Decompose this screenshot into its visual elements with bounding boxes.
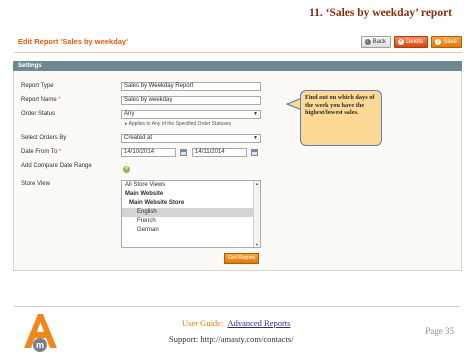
calendar-icon[interactable] — [180, 149, 187, 156]
order-status-select[interactable]: Any ▼ — [121, 110, 261, 119]
back-button-label: Back — [372, 39, 386, 45]
date-to-input[interactable]: 14/11/2014 — [192, 148, 247, 157]
settings-panel-header: Settings — [13, 61, 462, 71]
back-button[interactable]: ‹ Back — [360, 36, 391, 48]
listbox-scrollbar[interactable]: ▲ ▼ — [253, 181, 260, 247]
store-view-label: Store View — [21, 181, 50, 187]
callout-note: Find out on which days of the week you h… — [300, 90, 382, 146]
delete-button-label: Delete — [405, 39, 424, 45]
scroll-down-icon[interactable]: ▼ — [255, 242, 259, 247]
date-range-label: Date From To * — [21, 149, 62, 155]
action-buttons: ‹ Back × Delete ✓ Save — [360, 36, 462, 48]
support-text[interactable]: Support: http://amasty.com/contacts/ — [169, 334, 294, 344]
compare-date-range-label: Add Compare Date Range — [21, 163, 92, 169]
order-status-label: Order Status — [21, 111, 56, 117]
add-compare-plus-icon[interactable]: + — [123, 166, 130, 173]
store-view-option[interactable]: German — [122, 226, 260, 235]
advanced-reports-link[interactable]: Advanced Reports — [227, 318, 290, 328]
report-type-field[interactable]: Sales by Weekday Report — [121, 82, 261, 91]
store-view-option[interactable]: French — [122, 217, 260, 226]
delete-icon: × — [397, 39, 404, 45]
footer-divider — [14, 306, 460, 307]
svg-text:m: m — [36, 340, 44, 350]
page-number: Page 35 — [425, 326, 454, 336]
select-orders-select[interactable]: Created at ▼ — [121, 134, 261, 143]
page-title: Edit Report 'Sales by weekday' — [18, 37, 128, 46]
select-orders-label: Select Orders By — [21, 135, 67, 141]
store-view-option[interactable]: English — [122, 208, 260, 217]
order-status-value: Any — [124, 111, 135, 117]
get-report-button[interactable]: Get Report — [224, 253, 259, 264]
save-button-label: Save — [443, 39, 457, 45]
dropdown-arrow-icon: ▼ — [253, 135, 258, 141]
store-view-listbox[interactable]: All Store Views Main Website Main Websit… — [121, 180, 261, 248]
store-view-group: Main Website Store — [129, 200, 185, 206]
report-type-label: Report Type — [21, 83, 54, 89]
document-title: 11. ‘Sales by weekday’ report — [309, 7, 452, 19]
store-view-option[interactable]: All Store Views — [122, 181, 260, 190]
date-from-input[interactable]: 14/10/2014 — [121, 148, 176, 157]
page-header: Edit Report 'Sales by weekday' ‹ Back × … — [14, 36, 462, 53]
calendar-icon[interactable] — [251, 149, 258, 156]
delete-button[interactable]: × Delete — [393, 36, 429, 48]
store-view-group: Main Website — [125, 191, 164, 197]
save-button[interactable]: ✓ Save — [431, 36, 462, 48]
back-arrow-icon: ‹ — [364, 39, 371, 45]
footer-guide: User Guide: Advanced Reports — [182, 318, 290, 328]
order-status-note: ▸ Applies to Any of the Specified Order … — [125, 121, 232, 127]
guide-label: User Guide: — [182, 318, 224, 328]
select-orders-value: Created at — [124, 135, 153, 141]
scroll-up-icon[interactable]: ▲ — [255, 181, 259, 186]
amasty-logo-icon: m — [24, 314, 57, 352]
report-name-label: Report Name * — [21, 97, 61, 103]
save-check-icon: ✓ — [435, 39, 442, 45]
report-name-input[interactable]: Sales by weekday — [121, 96, 261, 105]
dropdown-arrow-icon: ▼ — [253, 111, 258, 117]
